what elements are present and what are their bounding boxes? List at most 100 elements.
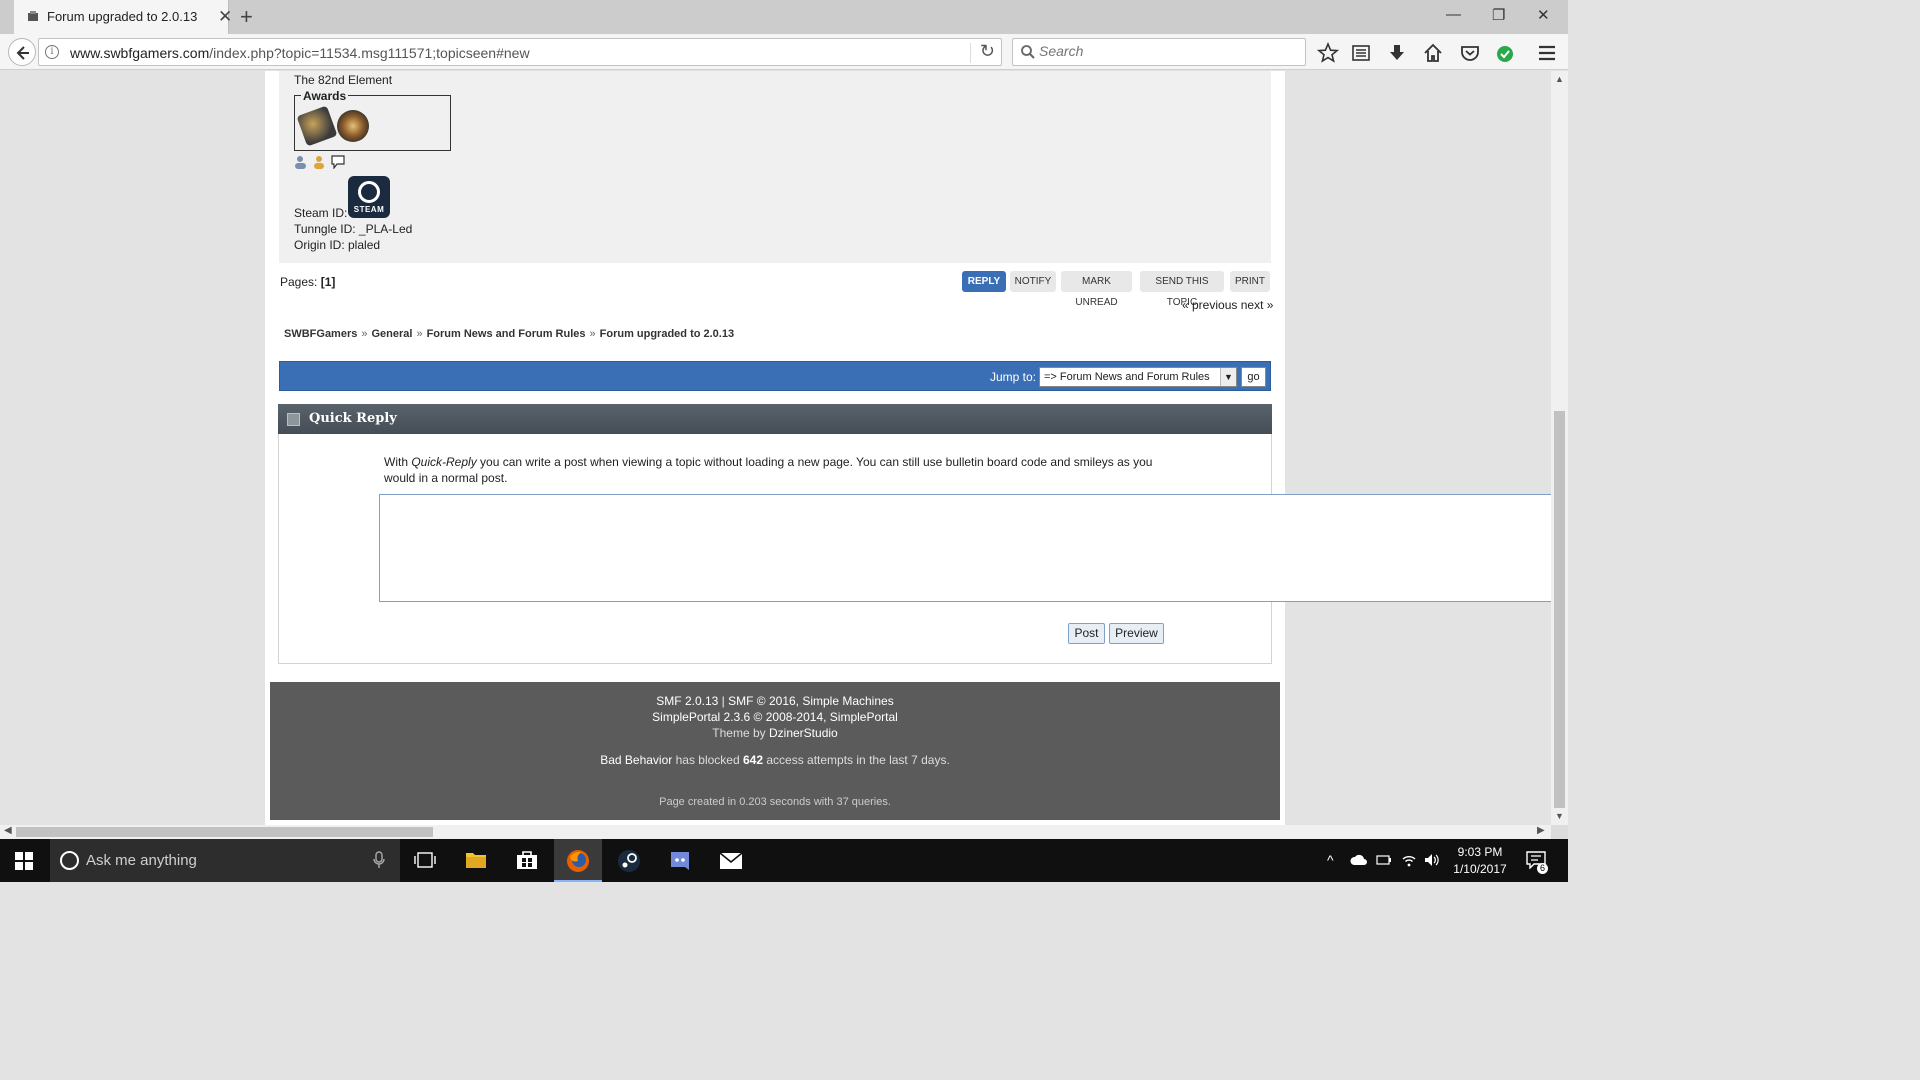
breadcrumb-item[interactable]: SWBFGamers [284,328,357,340]
award-medal-icon[interactable] [337,110,369,142]
theme-author-link[interactable]: DzinerStudio [769,726,838,740]
next-link[interactable]: next » [1241,298,1274,312]
reply-button[interactable]: REPLY [962,271,1006,292]
pages-label: Pages: [280,275,318,289]
file-explorer-app[interactable] [452,839,500,882]
post-button[interactable]: Post [1068,623,1105,644]
back-button[interactable] [8,38,36,66]
award-badge-icon[interactable] [296,105,338,147]
preview-button[interactable]: Preview [1109,623,1164,644]
footer-smf-line: SMF 2.0.13 | SMF © 2016, Simple Machines [270,694,1280,708]
microphone-icon[interactable] [373,851,385,869]
cortana-placeholder: Ask me anything [86,852,197,869]
tab-active[interactable]: Forum upgraded to 2.0.13 ✕ [14,0,232,34]
pagination: Pages: [1] [280,275,335,289]
discord-icon [671,852,689,870]
window-close-icon[interactable]: ✕ [1537,6,1550,24]
tray-chevron-up-icon[interactable]: ^ [1327,852,1334,868]
store-app[interactable] [503,839,551,882]
profile-icon[interactable] [294,155,308,169]
mark-unread-button[interactable]: MARK UNREAD [1061,271,1132,308]
bad-behavior-link[interactable]: Bad Behavior [600,753,672,767]
horizontal-scroll-thumb[interactable] [16,827,433,837]
go-button[interactable]: go [1241,367,1266,387]
restore-icon[interactable]: ❐ [1492,6,1505,24]
battery-icon[interactable] [1376,854,1392,866]
chat-bubble-icon[interactable] [331,155,345,170]
jump-to-label: Jump to: [990,370,1037,384]
quick-reply-header[interactable]: Quick Reply [278,404,1272,434]
steam-app[interactable] [605,839,653,882]
extension-icon[interactable] [1495,42,1517,64]
breadcrumb-item[interactable]: General [371,328,412,340]
page-current[interactable]: [1] [321,275,336,289]
url-text[interactable]: www.swbfgamers.com/index.php?topic=11534… [70,45,530,61]
quick-reply-title: Quick Reply [309,411,397,426]
notification-count: 6 [1537,863,1548,874]
smf-copyright-link[interactable]: SMF © 2016, Simple Machines [728,694,894,708]
home-icon[interactable] [1422,42,1444,64]
windows-taskbar: Ask me anything ^ 9:03 PM 1/10/2017 6 [0,839,1568,882]
smf-version-link[interactable]: SMF 2.0.13 [656,694,718,708]
vertical-scrollbar[interactable]: ▲ ▼ [1551,71,1568,825]
address-bar[interactable]: i www.swbfgamers.com/index.php?topic=115… [38,38,1002,66]
search-input[interactable] [1039,43,1289,59]
discord-app[interactable] [656,839,704,882]
send-topic-button[interactable]: SEND THIS TOPIC [1140,271,1224,308]
print-button[interactable]: PRINT [1230,271,1270,292]
breadcrumb-item[interactable]: Forum News and Forum Rules [427,328,586,340]
jump-to-select[interactable]: => Forum News and Forum Rules ▼ [1039,367,1237,387]
horizontal-scrollbar[interactable]: ◀ ▶ [0,825,1551,839]
personal-message-icon[interactable] [312,155,326,169]
vertical-scroll-thumb[interactable] [1554,411,1565,808]
desc-rest: you can write a post when viewing a topi… [384,455,1153,485]
wifi-icon[interactable] [1401,853,1417,867]
site-favicon-icon [28,11,38,21]
clock-date: 1/10/2017 [1453,862,1507,876]
notify-button[interactable]: NOTIFY [1010,271,1056,292]
tab-strip: Forum upgraded to 2.0.13 ✕ + — ❐ ✕ [0,0,1568,34]
mail-app[interactable] [707,839,755,882]
theme-prefix: Theme by [712,726,766,740]
minimize-icon[interactable]: — [1446,6,1461,23]
message-textarea[interactable] [379,494,1551,602]
previous-link[interactable]: « previous [1182,298,1237,312]
quick-reply-description: With Quick-Reply you can write a post wh… [384,454,1174,486]
tab-close-icon[interactable]: ✕ [218,7,232,27]
simpleportal-link[interactable]: SimplePortal 2.3.6 © 2008-2014, SimplePo… [652,710,898,724]
new-tab-icon[interactable]: + [240,4,253,30]
steam-id-label: Steam ID: [294,206,348,220]
firefox-app[interactable] [554,839,602,882]
bookmark-star-icon[interactable] [1317,42,1339,64]
breadcrumb-separator: » [416,328,423,340]
onedrive-icon[interactable] [1350,854,1368,866]
scroll-down-icon[interactable]: ▼ [1555,811,1564,821]
reading-list-icon[interactable] [1350,42,1372,64]
breadcrumb-separator: » [361,328,368,340]
navigation-toolbar: i www.swbfgamers.com/index.php?topic=115… [0,34,1568,85]
search-box[interactable] [1012,38,1306,66]
scroll-up-icon[interactable]: ▲ [1555,74,1564,84]
volume-icon[interactable] [1424,853,1440,867]
steam-logo-icon[interactable]: STEAM [348,176,390,218]
system-clock[interactable]: 9:03 PM 1/10/2017 [1440,844,1520,878]
collapse-icon[interactable] [287,413,300,426]
bad-behavior-line: Bad Behavior has blocked 642 access atte… [270,753,1280,767]
clock-time: 9:03 PM [1457,845,1503,859]
scrollbar-corner [1551,825,1568,839]
cortana-search-box[interactable]: Ask me anything [50,839,400,882]
firefox-icon [567,850,589,872]
site-info-icon[interactable]: i [45,45,59,59]
bb-count: 642 [742,753,764,767]
task-view-icon[interactable] [414,851,436,869]
scroll-left-icon[interactable]: ◀ [4,825,12,836]
jump-to-bar: Jump to: => Forum News and Forum Rules ▼… [279,361,1271,391]
pocket-icon[interactable] [1459,42,1481,64]
windows-start-icon[interactable] [15,852,33,870]
menu-hamburger-icon[interactable] [1536,42,1558,64]
breadcrumb-item[interactable]: Forum upgraded to 2.0.13 [600,328,734,340]
chevron-down-icon[interactable]: ▼ [1220,368,1236,386]
reload-icon[interactable]: ↻ [980,41,995,62]
scroll-right-icon[interactable]: ▶ [1537,825,1545,836]
download-icon[interactable] [1386,42,1408,64]
